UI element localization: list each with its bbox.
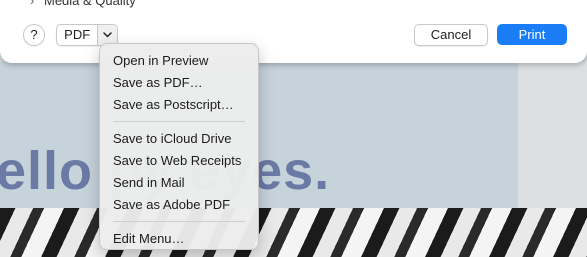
menu-separator xyxy=(113,121,245,122)
print-button[interactable]: Print xyxy=(497,24,567,45)
pdf-button-label[interactable]: PDF xyxy=(57,25,97,45)
menu-item-save-to-web-receipts[interactable]: Save to Web Receipts xyxy=(100,150,258,172)
chevron-down-icon[interactable] xyxy=(97,25,117,45)
menu-item-save-as-postscript[interactable]: Save as Postscript… xyxy=(100,94,258,116)
print-dialog: › Media & Quality ? PDF Cancel Print xyxy=(0,0,587,63)
menu-item-send-in-mail[interactable]: Send in Mail xyxy=(100,172,258,194)
pdf-dropdown-menu: Open in Preview Save as PDF… Save as Pos… xyxy=(99,43,259,250)
menu-item-edit-menu[interactable]: Edit Menu… xyxy=(100,228,258,250)
zebra-stripe-image xyxy=(0,208,587,257)
menu-separator xyxy=(113,221,245,222)
media-quality-label: Media & Quality xyxy=(44,0,136,8)
document-margin xyxy=(518,62,587,208)
menu-item-save-to-icloud-drive[interactable]: Save to iCloud Drive xyxy=(100,128,258,150)
media-quality-row[interactable]: › Media & Quality xyxy=(30,0,136,8)
menu-item-open-in-preview[interactable]: Open in Preview xyxy=(100,50,258,72)
menu-item-save-as-adobe-pdf[interactable]: Save as Adobe PDF xyxy=(100,194,258,216)
cancel-button[interactable]: Cancel xyxy=(414,24,488,46)
menu-item-save-as-pdf[interactable]: Save as PDF… xyxy=(100,72,258,94)
help-button[interactable]: ? xyxy=(23,24,45,46)
chevron-right-icon: › xyxy=(30,0,35,8)
